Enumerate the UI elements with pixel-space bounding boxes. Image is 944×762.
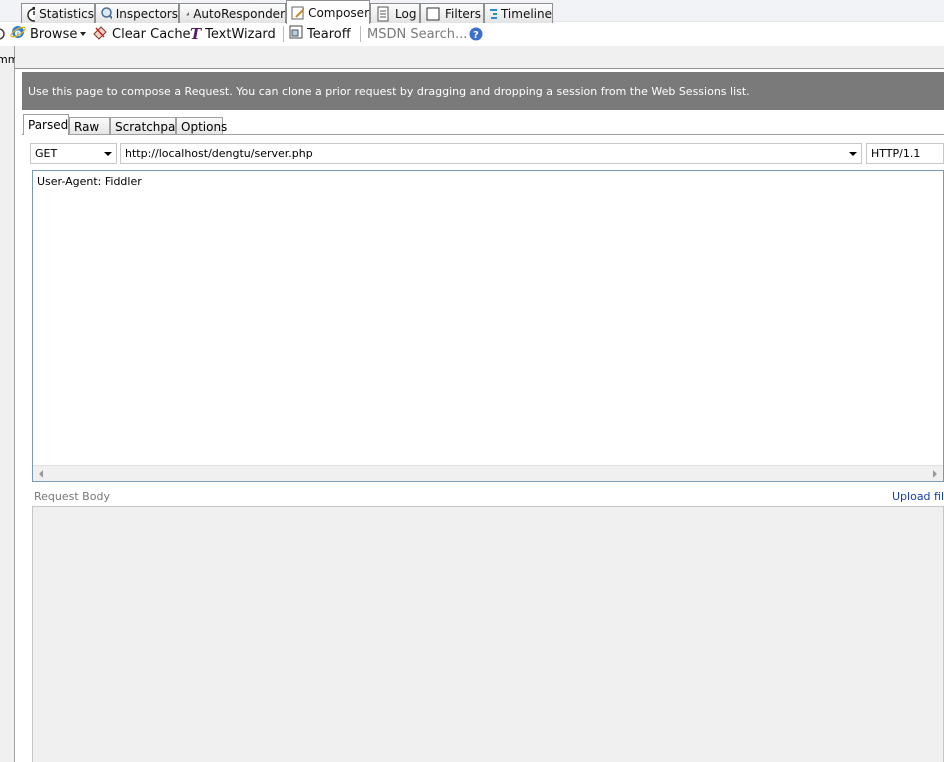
magnifier-icon bbox=[101, 6, 112, 19]
subtab-label: Options bbox=[181, 119, 228, 134]
tab-filters[interactable]: Filters bbox=[420, 3, 484, 23]
tab-label: Filters bbox=[445, 6, 481, 21]
clear-cache-button[interactable]: Clear Cache bbox=[92, 22, 191, 46]
method-value: GET bbox=[35, 147, 58, 160]
tab-label: Log bbox=[395, 6, 417, 21]
browse-dropdown[interactable] bbox=[80, 22, 86, 46]
subtab-raw[interactable]: Raw bbox=[69, 117, 110, 135]
tab-log[interactable]: Log bbox=[370, 3, 420, 23]
horizontal-scrollbar[interactable] bbox=[33, 465, 943, 481]
request-headers-editor[interactable]: User-Agent: Fiddler bbox=[32, 170, 944, 482]
lightning-icon bbox=[186, 11, 190, 21]
tab-label: AutoResponder bbox=[193, 6, 285, 21]
chevron-down-icon bbox=[104, 152, 112, 156]
eraser-icon bbox=[92, 24, 108, 44]
textwizard-icon: T bbox=[190, 25, 202, 43]
textwizard-button[interactable]: T TextWizard bbox=[190, 22, 276, 46]
composer-info-banner: Use this page to compose a Request. You … bbox=[22, 72, 944, 110]
subtab-baseline bbox=[22, 134, 944, 135]
scroll-right-icon[interactable] bbox=[933, 470, 937, 478]
msdn-search-input[interactable]: MSDN Search... bbox=[367, 22, 467, 46]
subtab-label: Raw bbox=[74, 119, 100, 134]
http-version-value: HTTP/1.1 bbox=[871, 147, 921, 160]
textwizard-label: TextWizard bbox=[205, 26, 276, 42]
subtab-parsed[interactable]: Parsed bbox=[23, 114, 69, 135]
svg-text:?: ? bbox=[473, 30, 479, 41]
stopwatch-icon bbox=[27, 6, 36, 22]
browse-label: Browse bbox=[30, 26, 78, 42]
tab-label: Composer bbox=[308, 5, 369, 20]
url-value: http://localhost/dengtu/server.php bbox=[125, 147, 313, 160]
checkbox-icon bbox=[426, 7, 440, 20]
method-select[interactable]: GET bbox=[30, 143, 117, 164]
pencil-note-icon bbox=[291, 6, 305, 19]
banner-text: Use this page to compose a Request. You … bbox=[28, 84, 750, 98]
main-tabstrip bbox=[15, 46, 944, 69]
upload-file-link[interactable]: Upload file bbox=[892, 490, 944, 503]
tab-label: Timeline bbox=[500, 6, 552, 21]
chevron-down-icon bbox=[80, 32, 86, 36]
tab-timeline[interactable]: Timeline bbox=[484, 3, 553, 23]
subtab-options[interactable]: Options bbox=[176, 117, 227, 135]
tab-statistics[interactable]: Statistics bbox=[21, 3, 95, 23]
ie-browser-icon: e bbox=[10, 24, 26, 44]
timeline-icon bbox=[490, 8, 497, 19]
tearoff-button[interactable]: Tearoff bbox=[289, 22, 351, 46]
help-icon: ? bbox=[469, 27, 483, 41]
tab-inspectors[interactable]: Inspectors bbox=[95, 3, 179, 23]
tab-composer[interactable]: Composer bbox=[286, 0, 370, 24]
refresh-icon[interactable] bbox=[0, 22, 6, 46]
tab-label: Inspectors bbox=[115, 6, 178, 21]
toolbar-separator bbox=[283, 26, 284, 42]
tearoff-icon bbox=[289, 25, 303, 43]
subtab-label: Parsed bbox=[28, 118, 69, 132]
subtab-scratchpad[interactable]: Scratchpad bbox=[110, 117, 183, 135]
toolbar: e Browse Clear Cache T TextWizard Tearof… bbox=[0, 22, 944, 46]
headers-text: User-Agent: Fiddler bbox=[37, 175, 142, 188]
help-button[interactable]: ? bbox=[469, 22, 483, 46]
clear-cache-label: Clear Cache bbox=[112, 26, 191, 42]
browse-button[interactable]: e Browse bbox=[10, 22, 77, 46]
tab-autoresponder[interactable]: AutoResponder bbox=[179, 3, 286, 23]
sessions-panel-edge[interactable]: mm bbox=[0, 46, 18, 762]
http-version-input[interactable]: HTTP/1.1 bbox=[866, 143, 944, 164]
toolbar-separator bbox=[360, 26, 361, 42]
log-document-icon bbox=[377, 6, 389, 21]
request-body-editor[interactable] bbox=[32, 506, 944, 762]
msdn-search-placeholder: MSDN Search... bbox=[367, 26, 468, 42]
url-input[interactable]: http://localhost/dengtu/server.php bbox=[120, 143, 862, 164]
scroll-left-icon[interactable] bbox=[39, 470, 43, 478]
tab-label: Statistics bbox=[39, 6, 94, 21]
request-body-label: Request Body bbox=[34, 490, 110, 503]
subtab-label: Scratchpad bbox=[115, 119, 183, 134]
tearoff-label: Tearoff bbox=[307, 26, 351, 42]
chevron-down-icon bbox=[849, 152, 857, 156]
